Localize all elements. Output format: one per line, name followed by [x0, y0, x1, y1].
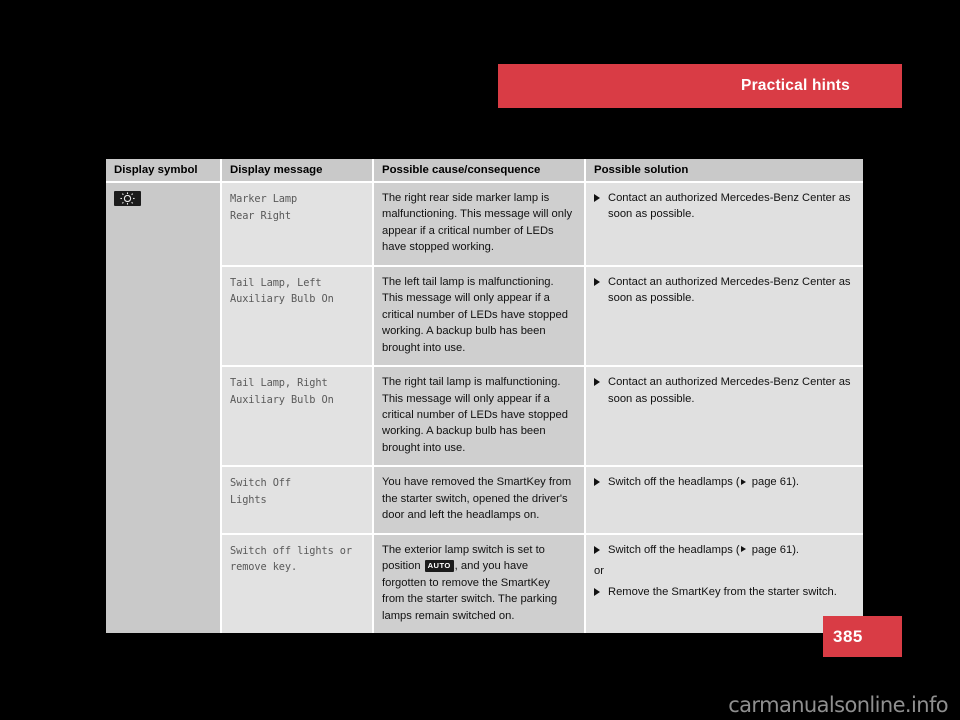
chapter-title: Practical hints: [741, 77, 850, 94]
solution-bullet: Remove the SmartKey from the starter swi…: [594, 584, 853, 600]
solution-text-lead: Switch off the headlamps (: [608, 476, 740, 489]
message-text: Marker Lamp Rear Right: [221, 182, 374, 267]
display-messages-table: Display symbol Display message Possible …: [106, 159, 863, 633]
site-watermark: carmanualsonline.info: [728, 693, 948, 717]
table-body: Marker Lamp Rear Right The right rear si…: [106, 182, 863, 633]
page-reference: page 61).: [748, 476, 800, 489]
page-reference: page 61).: [748, 543, 800, 556]
solution-text: Switch off the headlamps ( page 61).: [608, 474, 853, 490]
solution-text: Remove the SmartKey from the starter swi…: [608, 585, 837, 598]
solution-text: Contact an authorized Mercedes-Benz Cent…: [608, 376, 851, 405]
solution-bullet: Contact an authorized Mercedes-Benz Cent…: [594, 374, 853, 407]
solution-text: Contact an authorized Mercedes-Benz Cent…: [608, 192, 851, 221]
solution-or-separator: or: [594, 565, 604, 578]
solution-cell: Contact an authorized Mercedes-Benz Cent…: [585, 265, 863, 368]
page-number-box: 385: [823, 616, 902, 657]
cause-text: The right rear side marker lamp is malfu…: [373, 182, 586, 267]
triangle-bullet-icon: [594, 378, 600, 387]
cause-text: The right tail lamp is malfunctioning. T…: [373, 366, 586, 468]
solution-bullet: Switch off the headlamps ( page 61).: [594, 542, 853, 558]
triangle-bullet-icon: [594, 545, 600, 554]
solution-text: Contact an authorized Mercedes-Benz Cent…: [608, 275, 851, 305]
column-header-display-symbol: Display symbol: [106, 159, 222, 183]
page-ref-triangle-icon: [740, 546, 746, 553]
solution-cell: Contact an authorized Mercedes-Benz Cent…: [585, 366, 863, 468]
cause-text: The left tail lamp is malfunctioning. Th…: [373, 265, 586, 368]
message-text: Switch off lights or remove key.: [221, 533, 374, 633]
cause-text: The exterior lamp switch is set to posit…: [373, 533, 586, 633]
column-header-possible-cause: Possible cause/consequence: [373, 159, 586, 183]
solution-text: Switch off the headlamps ( page 61).: [608, 542, 853, 558]
column-header-possible-solution: Possible solution: [585, 159, 863, 183]
triangle-bullet-icon: [594, 277, 600, 286]
auto-switch-badge-icon: AUTO: [424, 559, 454, 573]
solution-bullet: Switch off the headlamps ( page 61).: [594, 474, 853, 490]
solution-text-lead: Switch off the headlamps (: [608, 543, 740, 556]
page-number: 385: [833, 626, 863, 646]
message-table-container: Display symbol Display message Possible …: [106, 159, 863, 633]
solution-cell: Contact an authorized Mercedes-Benz Cent…: [585, 182, 863, 267]
message-text: Tail Lamp, Left Auxiliary Bulb On: [221, 265, 374, 368]
symbol-cell: [106, 182, 222, 633]
chapter-header-banner: Practical hints: [498, 64, 902, 108]
solution-cell: Switch off the headlamps ( page 61). or …: [585, 533, 863, 633]
lamp-indicator-icon: [114, 190, 141, 206]
message-text: Tail Lamp, Right Auxiliary Bulb On: [221, 366, 374, 468]
triangle-bullet-icon: [594, 478, 600, 487]
cause-text: You have removed the SmartKey from the s…: [373, 466, 586, 535]
message-text: Switch Off Lights: [221, 466, 374, 535]
solution-bullet: Contact an authorized Mercedes-Benz Cent…: [594, 190, 853, 223]
table-header: Display symbol Display message Possible …: [106, 159, 863, 183]
triangle-bullet-icon: [594, 194, 600, 202]
table-row: Marker Lamp Rear Right The right rear si…: [106, 182, 863, 633]
table-header-row: Display symbol Display message Possible …: [106, 159, 863, 183]
page-ref-triangle-icon: [740, 478, 746, 485]
solution-cell: Switch off the headlamps ( page 61).: [585, 466, 863, 535]
column-header-display-message: Display message: [221, 159, 374, 183]
solution-bullet: Contact an authorized Mercedes-Benz Cent…: [594, 274, 853, 307]
triangle-bullet-icon: [594, 587, 600, 596]
